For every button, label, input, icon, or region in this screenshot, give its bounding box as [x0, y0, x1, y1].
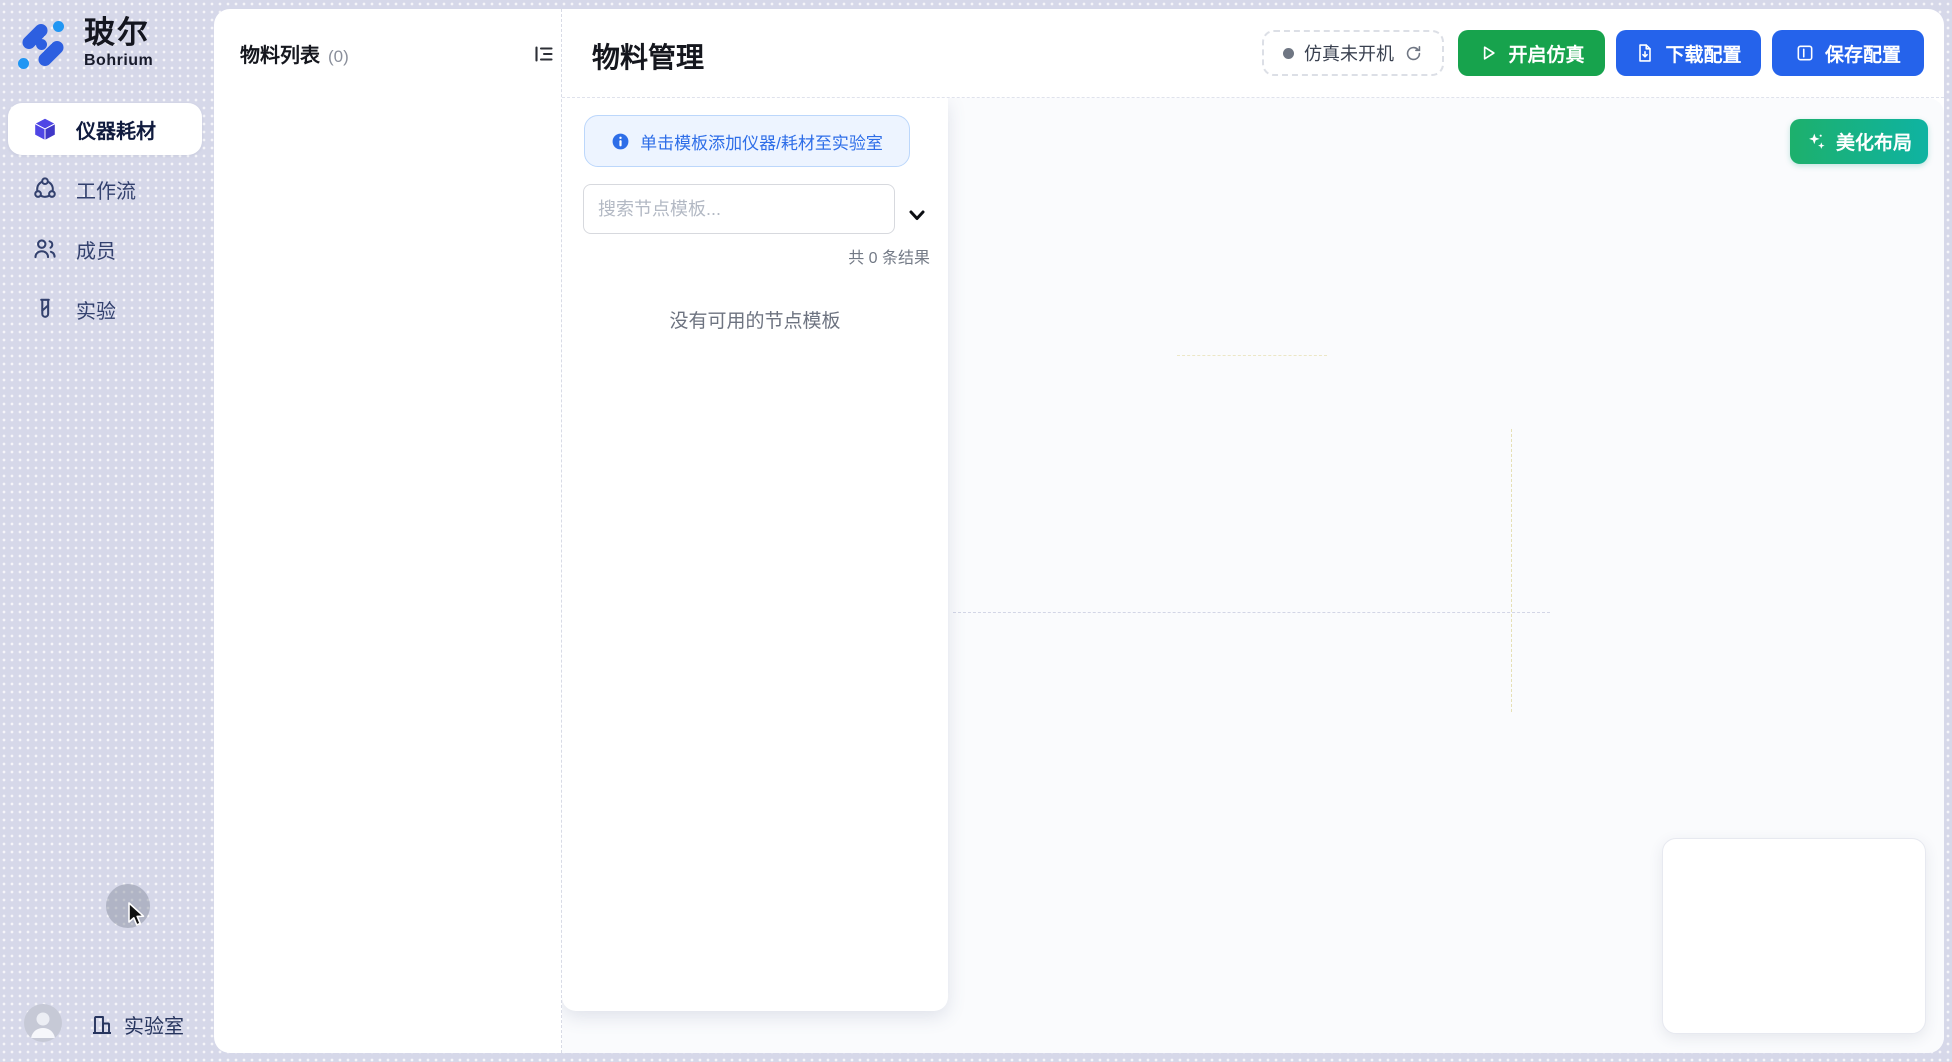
sidebar-item-label: 仪器耗材	[76, 115, 156, 144]
logo-dot	[18, 58, 29, 69]
status-dot-icon	[1283, 48, 1294, 59]
avatar[interactable]	[24, 1004, 62, 1042]
sparkles-icon	[1806, 131, 1827, 152]
building-icon	[90, 1013, 114, 1037]
mouse-cursor	[124, 901, 148, 929]
collapse-panel-button[interactable]	[530, 40, 558, 68]
collapse-list-icon	[532, 42, 556, 66]
app-screen: 玻尔 Bohrium 仪器耗材 工作流	[0, 0, 1952, 1062]
download-config-button[interactable]: 下载配置	[1616, 30, 1761, 76]
sidebar-item-label: 成员	[76, 235, 116, 264]
canvas-zone-line	[1177, 355, 1327, 356]
lab-canvas[interactable]: 单击模板添加仪器/耗材至实验室 共 0 条结果 没有可用的节点模板	[562, 98, 1944, 1053]
template-panel: 单击模板添加仪器/耗材至实验室 共 0 条结果 没有可用的节点模板	[562, 98, 948, 1011]
beautify-layout-button[interactable]: 美化布局	[1790, 119, 1928, 164]
empty-templates-text: 没有可用的节点模板	[562, 306, 948, 333]
sidebar-item-experiment[interactable]: 实验	[8, 283, 202, 335]
avatar-person-icon	[24, 1004, 62, 1042]
experiment-icon	[32, 296, 58, 322]
start-simulation-button[interactable]: 开启仿真	[1458, 30, 1605, 76]
save-config-button[interactable]: 保存配置	[1772, 30, 1924, 76]
minimap-panel[interactable]	[1662, 838, 1926, 1034]
cube-icon	[32, 116, 58, 142]
logo-dot	[53, 21, 64, 32]
expand-search-button[interactable]	[903, 201, 931, 229]
brand-name-en: Bohrium	[84, 52, 153, 70]
hint-banner-text: 单击模板添加仪器/耗材至实验室	[640, 129, 883, 154]
sidebar-item-label: 实验	[76, 295, 116, 324]
members-icon	[32, 236, 58, 262]
workflow-icon	[32, 176, 58, 202]
sidebar-item-workflow[interactable]: 工作流	[8, 163, 202, 215]
bohrium-logo-icon	[18, 20, 68, 72]
material-list-count: (0)	[328, 47, 349, 67]
refresh-icon[interactable]	[1404, 44, 1423, 63]
brand-logo: 玻尔 Bohrium	[18, 16, 153, 72]
lab-switcher[interactable]: 实验室	[90, 1010, 184, 1039]
save-config-label: 保存配置	[1825, 40, 1901, 67]
download-config-label: 下载配置	[1665, 40, 1741, 67]
simulation-status-text: 仿真未开机	[1304, 40, 1394, 66]
chevron-down-icon	[905, 203, 929, 227]
sidebar-item-instruments[interactable]: 仪器耗材	[8, 103, 202, 155]
search-input[interactable]	[583, 184, 895, 234]
material-list-title: 物料列表	[240, 39, 320, 68]
brand-name-cn: 玻尔	[84, 16, 153, 50]
sidebar-item-members[interactable]: 成员	[8, 223, 202, 275]
material-list-header: 物料列表 (0)	[240, 39, 349, 68]
beautify-layout-label: 美化布局	[1836, 128, 1912, 155]
page-title: 物料管理	[592, 36, 704, 76]
lab-label: 实验室	[124, 1010, 184, 1039]
sidebar-footer: 实验室	[0, 992, 214, 1062]
play-icon	[1478, 43, 1498, 63]
brand-text: 玻尔 Bohrium	[84, 16, 153, 70]
content-sheet: 物料列表 (0) 物料管理 仿真未开机 开启	[214, 9, 1944, 1053]
sidebar-nav: 仪器耗材 工作流 成员	[8, 103, 202, 343]
save-icon	[1795, 43, 1815, 63]
hint-banner: 单击模板添加仪器/耗材至实验室	[584, 115, 910, 167]
sidebar-item-label: 工作流	[76, 175, 136, 204]
simulation-status-pill: 仿真未开机	[1262, 30, 1444, 76]
start-simulation-label: 开启仿真	[1508, 40, 1584, 67]
canvas-zone-line	[1511, 429, 1512, 712]
result-count: 共 0 条结果	[848, 244, 930, 268]
info-icon	[611, 132, 630, 151]
canvas-zone-line	[953, 612, 1550, 613]
file-download-icon	[1635, 43, 1655, 63]
